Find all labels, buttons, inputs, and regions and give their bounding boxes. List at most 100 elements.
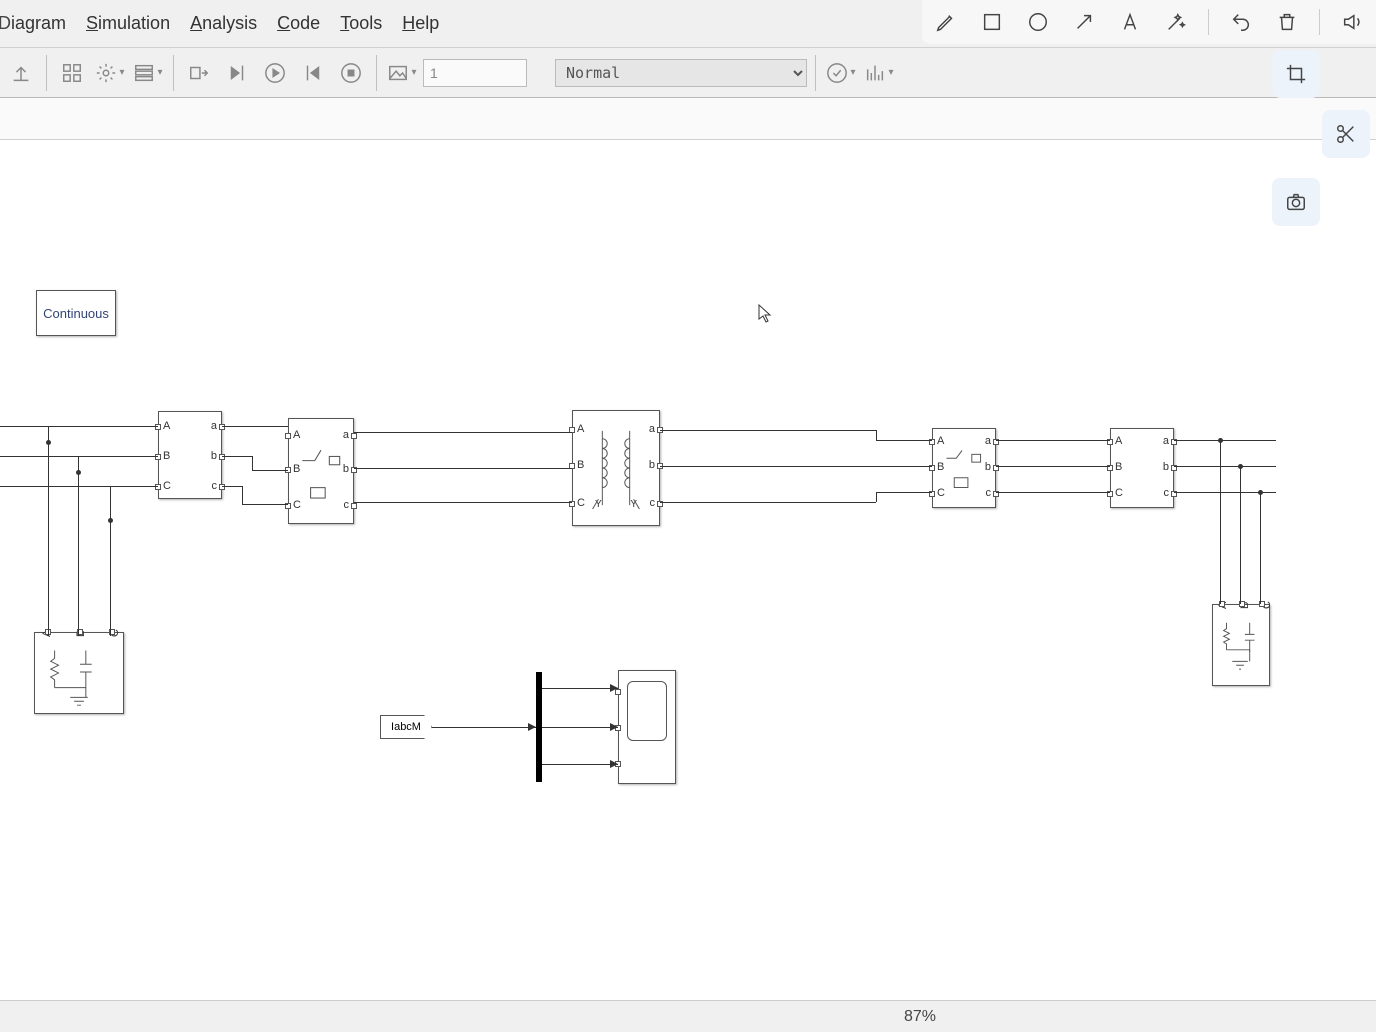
wire xyxy=(354,432,572,433)
side-tool-panel xyxy=(1272,50,1370,226)
wire xyxy=(252,470,288,471)
menu-simulation[interactable]: Simulation xyxy=(86,13,170,34)
connection-node xyxy=(108,518,113,523)
menu-diagram[interactable]: Diagram xyxy=(0,13,66,34)
port-label: B xyxy=(163,450,170,462)
wire xyxy=(1260,492,1261,604)
wire xyxy=(222,486,242,487)
wire xyxy=(222,426,288,427)
wire xyxy=(252,456,253,470)
wire xyxy=(110,486,111,636)
port-label: B xyxy=(1115,461,1122,473)
menu-code[interactable]: Code xyxy=(277,13,320,34)
wire xyxy=(996,466,1110,467)
arrowhead-icon xyxy=(610,760,618,768)
port-label: C xyxy=(1115,487,1123,499)
wire xyxy=(432,727,536,728)
block-transformer[interactable]: A B C a b c Y Y xyxy=(572,410,660,526)
arrowhead-icon xyxy=(610,723,618,731)
main-toolbar: Normal xyxy=(0,48,1376,98)
wire xyxy=(660,466,932,467)
speaker-icon[interactable] xyxy=(1338,8,1366,36)
block-load-right[interactable]: A B C xyxy=(1212,604,1270,686)
model-canvas[interactable]: Continuous A B C a b c A B C a b c A B C… xyxy=(0,140,1376,930)
rlc-load-icon xyxy=(1213,605,1269,685)
wire xyxy=(1220,440,1221,604)
wire xyxy=(78,456,79,636)
connection-node xyxy=(1258,490,1263,495)
wire xyxy=(1174,466,1276,467)
stop-time-input[interactable] xyxy=(423,59,527,87)
schedule-button[interactable] xyxy=(862,56,896,90)
wire xyxy=(48,426,49,636)
wire xyxy=(354,468,572,469)
wire xyxy=(0,486,158,487)
wire xyxy=(876,492,877,502)
port-label: c xyxy=(1164,487,1170,499)
menu-help[interactable]: Help xyxy=(402,13,439,34)
wire xyxy=(542,688,618,689)
step-forward-button[interactable] xyxy=(296,56,330,90)
block-bus1[interactable]: A B C a b c xyxy=(158,411,222,499)
powergui-block[interactable]: Continuous xyxy=(36,290,116,336)
wire xyxy=(542,727,618,728)
simulation-mode-select[interactable]: Normal xyxy=(555,59,807,87)
record-button[interactable] xyxy=(385,56,419,90)
wire xyxy=(222,456,252,457)
block-breaker1[interactable]: A B C a b c xyxy=(288,418,354,524)
status-bar: 87% xyxy=(0,1000,1376,1032)
wire xyxy=(1174,440,1276,441)
port-label: b xyxy=(211,450,217,462)
undo-icon[interactable] xyxy=(1227,8,1255,36)
circle-icon[interactable] xyxy=(1024,8,1052,36)
connection-node xyxy=(76,470,81,475)
annotation-toolbar xyxy=(922,0,1376,44)
connection-node xyxy=(1238,464,1243,469)
model-explorer-button[interactable] xyxy=(131,56,165,90)
wire xyxy=(876,440,932,441)
from-tag-label: IabcM xyxy=(391,721,421,733)
crop-icon[interactable] xyxy=(1272,50,1320,98)
magic-wand-icon[interactable] xyxy=(1162,8,1190,36)
wire xyxy=(996,492,1110,493)
trash-icon[interactable] xyxy=(1273,8,1301,36)
camera-icon[interactable] xyxy=(1272,178,1320,226)
rectangle-icon[interactable] xyxy=(978,8,1006,36)
breaker-icon xyxy=(933,429,995,507)
connection-node xyxy=(1218,438,1223,443)
port-label: c xyxy=(212,480,218,492)
scope-block[interactable] xyxy=(618,670,676,784)
block-breaker2[interactable]: A B C a b c xyxy=(932,428,996,508)
nav-up-button[interactable] xyxy=(4,56,38,90)
port-label: a xyxy=(1163,435,1169,447)
block-bus2[interactable]: A B C a b c xyxy=(1110,428,1174,508)
scissors-icon[interactable] xyxy=(1322,110,1370,158)
port-label: C xyxy=(163,480,171,492)
mouse-cursor-icon xyxy=(758,304,774,324)
stop-button[interactable] xyxy=(334,56,368,90)
rlc-load-icon xyxy=(35,633,123,713)
from-tag-block[interactable]: IabcM xyxy=(380,715,432,739)
block-load-left[interactable]: A B C xyxy=(34,632,124,714)
transformer-icon xyxy=(573,411,659,525)
step-back-button[interactable] xyxy=(220,56,254,90)
menu-tools[interactable]: Tools xyxy=(340,13,382,34)
model-config-button[interactable] xyxy=(93,56,127,90)
wire xyxy=(996,440,1110,441)
text-icon[interactable] xyxy=(1116,8,1144,36)
arrow-icon[interactable] xyxy=(1070,8,1098,36)
port-label: A xyxy=(1115,435,1122,447)
menu-analysis[interactable]: Analysis xyxy=(190,13,257,34)
arrowhead-icon xyxy=(528,723,536,731)
wire xyxy=(876,492,932,493)
update-diagram-button[interactable] xyxy=(824,56,858,90)
pencil-icon[interactable] xyxy=(932,8,960,36)
library-browser-button[interactable] xyxy=(55,56,89,90)
port-label: a xyxy=(211,420,217,432)
build-button[interactable] xyxy=(182,56,216,90)
wire xyxy=(542,764,618,765)
run-button[interactable] xyxy=(258,56,292,90)
wire xyxy=(660,502,876,503)
wire xyxy=(876,430,877,440)
powergui-label: Continuous xyxy=(43,306,109,321)
